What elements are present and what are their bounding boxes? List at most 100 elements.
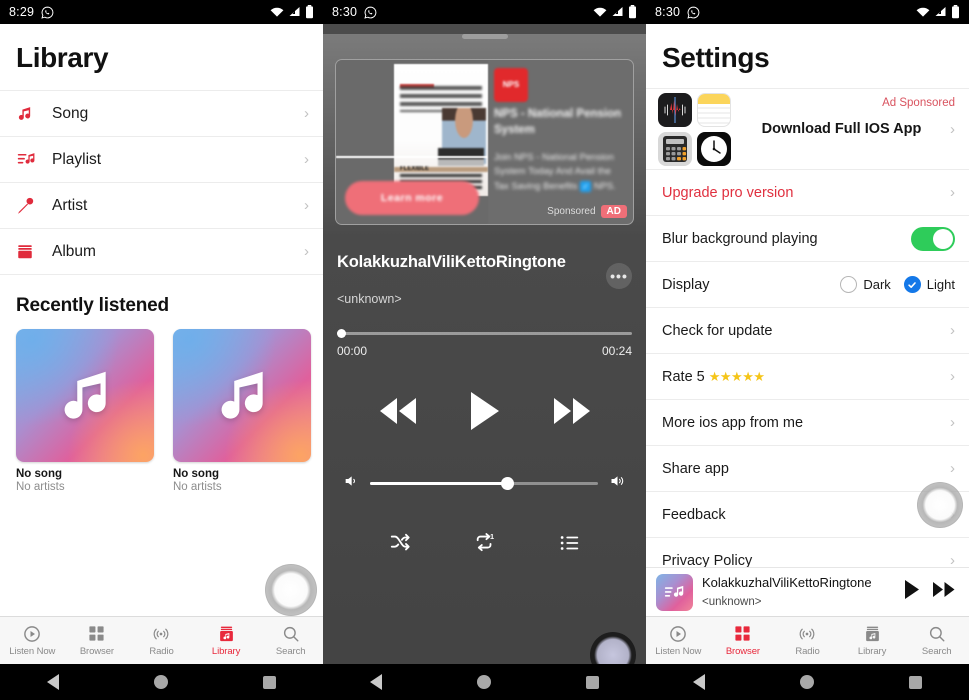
radio-dark[interactable]: Dark: [840, 276, 891, 293]
chevron-right-icon: ›: [304, 151, 309, 168]
radio-label-light: Light: [926, 277, 955, 292]
settings-row-check-update[interactable]: Check for update ›: [646, 308, 969, 354]
time-total: 00:24: [601, 344, 632, 358]
nav-recents-icon[interactable]: [262, 675, 276, 689]
status-bar: 8:30: [646, 0, 969, 24]
seek-handle[interactable]: [337, 329, 346, 338]
next-button[interactable]: [550, 394, 594, 433]
repeat-one-icon[interactable]: 1: [472, 532, 498, 559]
settings-row-label: Blur background playing: [662, 230, 818, 247]
android-nav-bar: [323, 664, 646, 700]
volume-handle[interactable]: [500, 477, 514, 490]
sheet-grabber[interactable]: [461, 34, 508, 39]
ad-description: Join NPS - National Pension System Today…: [494, 152, 616, 192]
advertisement-card[interactable]: FLEXIBLE Learn more NPS NPS - National P…: [335, 59, 634, 225]
tab-radio[interactable]: Radio: [775, 624, 840, 657]
tab-radio[interactable]: Radio: [129, 624, 194, 657]
tab-browser[interactable]: Browser: [711, 624, 776, 657]
library-row-album[interactable]: Album ›: [0, 229, 323, 275]
player-screen: 8:30 FLEXIBLE Learn more NPS NPS - Natio…: [323, 0, 646, 700]
status-icons: [593, 5, 637, 19]
mini-player[interactable]: KolakkuzhalViliKettoRingtone <unknown>: [646, 567, 969, 616]
settings-row-label: Display: [662, 276, 710, 293]
nav-back-icon[interactable]: [693, 674, 706, 690]
voice-memos-icon: [658, 92, 692, 127]
volume-slider[interactable]: [370, 477, 598, 490]
settings-row-blur-background[interactable]: Blur background playing: [646, 216, 969, 262]
tab-search[interactable]: Search: [258, 624, 323, 657]
settings-row-more-apps[interactable]: More ios app from me ›: [646, 400, 969, 446]
mini-player-title: KolakkuzhalViliKettoRingtone: [702, 575, 872, 590]
library-screen: 8:29 Library Song › Playlist › Artist › …: [0, 0, 323, 700]
previous-button[interactable]: [376, 394, 420, 433]
radio-light[interactable]: Light: [903, 276, 955, 293]
status-bar: 8:29: [0, 0, 323, 24]
play-button[interactable]: [468, 390, 502, 437]
player-body: FLEXIBLE Learn more NPS NPS - National P…: [323, 34, 646, 700]
tab-label: Library: [857, 646, 887, 657]
settings-row-rate[interactable]: Rate 5 ★★★★★ ›: [646, 354, 969, 400]
radio-waves-icon: [151, 624, 171, 643]
settings-screen: 8:30 Settings Ad Sponsored Download Full…: [646, 0, 969, 700]
recent-card[interactable]: No song No artists: [16, 329, 154, 493]
nav-home-icon[interactable]: [476, 675, 491, 689]
nav-home-icon[interactable]: [153, 675, 168, 689]
tab-label: Browser: [79, 646, 114, 657]
settings-row-label: Check for update: [662, 322, 773, 339]
tab-library[interactable]: Library: [194, 624, 259, 657]
signal-icon: [289, 7, 300, 16]
library-row-playlist[interactable]: Playlist ›: [0, 137, 323, 183]
library-icon: [864, 624, 881, 643]
library-row-artist[interactable]: Artist ›: [0, 183, 323, 229]
queue-list-icon[interactable]: [558, 532, 582, 559]
ad-divider: [336, 156, 488, 158]
status-bar: 8:30: [323, 0, 646, 24]
battery-icon: [952, 5, 959, 19]
nav-back-icon[interactable]: [47, 674, 60, 690]
settings-row-label: Feedback: [662, 506, 726, 523]
volume-high-icon: [609, 473, 626, 494]
three-phone-screens: 8:29 Library Song › Playlist › Artist › …: [0, 0, 969, 700]
nav-back-icon[interactable]: [370, 674, 383, 690]
tab-listen-now[interactable]: Listen Now: [646, 624, 711, 657]
settings-row-share-app[interactable]: Share app ›: [646, 446, 969, 492]
nav-recents-icon[interactable]: [908, 675, 922, 689]
signal-icon: [612, 7, 623, 16]
android-nav-bar: [646, 664, 969, 700]
recent-card[interactable]: No song No artists: [173, 329, 311, 493]
settings-row-label: Upgrade pro version: [662, 184, 794, 201]
mini-play-button[interactable]: [903, 579, 920, 605]
tab-search[interactable]: Search: [904, 624, 969, 657]
ad-image-caption: FLEXIBLE: [400, 166, 430, 172]
recent-card-meta: No song No artists: [173, 462, 311, 493]
tab-library[interactable]: Library: [840, 624, 905, 657]
chevron-right-icon: ›: [304, 105, 309, 122]
tab-listen-now[interactable]: Listen Now: [0, 624, 65, 657]
album-artwork: [16, 329, 154, 462]
ios-app-promo[interactable]: Ad Sponsored Download Full IOS App ›: [646, 88, 969, 170]
now-playing-title: KolakkuzhalViliKettoRingtone: [337, 253, 566, 271]
tab-browser[interactable]: Browser: [65, 624, 130, 657]
time-elapsed: 00:00: [337, 344, 368, 358]
clock-icon: [697, 131, 731, 166]
tab-label: Browser: [725, 646, 760, 657]
ad-sponsored-label: Sponsored: [547, 206, 596, 217]
nav-recents-icon[interactable]: [585, 675, 599, 689]
nav-home-icon[interactable]: [799, 675, 814, 689]
radio-dot-light: [903, 276, 921, 293]
settings-row-upgrade[interactable]: Upgrade pro version ›: [646, 170, 969, 216]
more-options-button[interactable]: •••: [606, 263, 632, 289]
ad-cta-button[interactable]: Learn more: [345, 181, 479, 215]
chevron-right-icon: ›: [950, 322, 955, 339]
seek-bar[interactable]: [337, 329, 632, 338]
settings-row-feedback[interactable]: Feedback ›: [646, 492, 969, 538]
ad-headline: NPS - National Pension System: [494, 108, 622, 136]
recently-listened-row: No song No artists No song No artists: [0, 329, 323, 493]
shuffle-icon[interactable]: [388, 532, 412, 559]
volume-row: [323, 473, 646, 494]
blur-background-toggle[interactable]: [911, 226, 955, 251]
battery-icon: [306, 5, 313, 19]
playlist-icon: [16, 150, 44, 169]
library-row-song[interactable]: Song ›: [0, 91, 323, 137]
mini-next-button[interactable]: [932, 580, 957, 604]
